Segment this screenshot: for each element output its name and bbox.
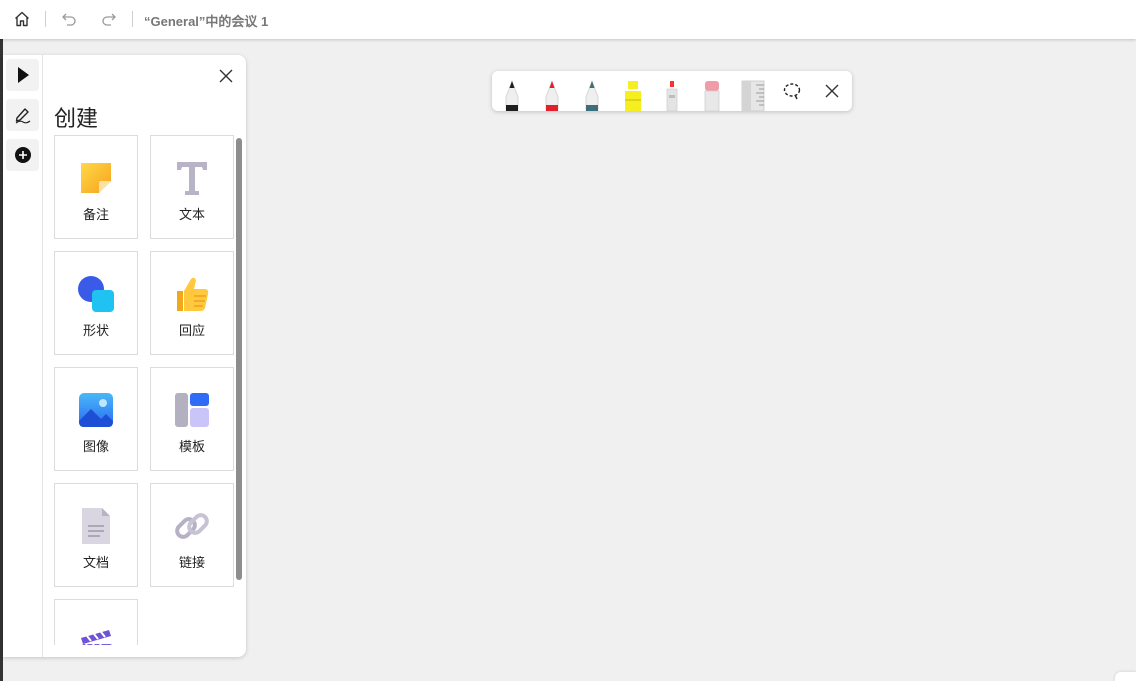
tile-template[interactable]: 模板 [150, 367, 234, 471]
add-circle-icon [14, 147, 31, 163]
eraser-button[interactable] [700, 79, 724, 111]
close-icon [219, 69, 233, 83]
tile-grid: 备注 文本 形状 回应 图像 模板 文档 链接 [43, 135, 243, 645]
toolbar-separator [45, 11, 46, 27]
add-tool-button[interactable] [6, 139, 39, 171]
document-icon [82, 508, 110, 544]
tile-label: 文本 [178, 208, 205, 223]
home-icon [15, 11, 29, 27]
black-pen-icon [505, 79, 519, 111]
undo-icon [62, 13, 76, 26]
tile-video[interactable] [54, 599, 138, 645]
lasso-select-icon [783, 83, 801, 100]
tile-label: 形状 [82, 324, 109, 339]
red-pen-button[interactable] [540, 79, 564, 111]
highlighter-button[interactable] [620, 79, 644, 111]
top-bar: “General”中的会议 1 [0, 0, 1136, 39]
close-panel-button[interactable] [214, 64, 238, 88]
tile-note[interactable]: 备注 [54, 135, 138, 239]
laser-pointer-button[interactable] [660, 79, 684, 111]
tile-document[interactable]: 文档 [54, 483, 138, 587]
text-icon [177, 162, 207, 195]
clapperboard-icon [81, 630, 112, 645]
shapes-icon [78, 276, 114, 312]
link-icon [175, 513, 209, 539]
lasso-select-button[interactable] [780, 80, 804, 102]
pen-tool-button[interactable] [6, 99, 39, 131]
tile-shape[interactable]: 形状 [54, 251, 138, 355]
yellow-highlighter-icon [625, 81, 641, 111]
tile-label: 文档 [82, 556, 109, 571]
teal-pen-button[interactable] [580, 79, 604, 111]
teal-pen-icon [585, 79, 599, 111]
ruler-button[interactable] [740, 79, 765, 111]
template-icon [175, 393, 209, 427]
laser-pointer-icon [666, 81, 678, 111]
tile-label: 模板 [178, 440, 205, 455]
thumbs-up-icon [177, 277, 209, 311]
black-pen-button[interactable] [500, 79, 524, 111]
home-button[interactable] [8, 6, 36, 32]
tile-reaction[interactable]: 回应 [150, 251, 234, 355]
select-pointer-icon [17, 67, 29, 83]
undo-button[interactable] [55, 6, 83, 32]
image-icon [79, 393, 113, 427]
tile-text[interactable]: 文本 [150, 135, 234, 239]
red-pen-icon [545, 79, 559, 111]
ruler-icon [741, 80, 765, 111]
close-pen-toolbar-button[interactable] [820, 80, 844, 102]
redo-icon [102, 13, 116, 26]
page-title: “General”中的会议 1 [144, 14, 269, 29]
tile-link[interactable]: 链接 [150, 483, 234, 587]
tile-label: 链接 [178, 556, 205, 571]
select-tool-button[interactable] [6, 59, 39, 91]
left-tool-rail [3, 55, 43, 657]
corner-panel-tab[interactable] [1115, 672, 1136, 681]
eraser-icon [704, 81, 720, 111]
sticky-note-icon [81, 163, 111, 193]
panel-title: 创建 [54, 107, 99, 132]
redo-button[interactable] [95, 6, 123, 32]
tile-label: 回应 [178, 324, 205, 339]
panel-scrollbar[interactable] [236, 138, 242, 580]
pen-draw-icon [15, 108, 30, 124]
toolbar-separator [132, 11, 133, 27]
pen-toolbar [492, 71, 852, 111]
tile-label: 备注 [82, 208, 109, 223]
tile-label: 图像 [82, 440, 109, 455]
close-icon [825, 84, 839, 98]
tile-image[interactable]: 图像 [54, 367, 138, 471]
